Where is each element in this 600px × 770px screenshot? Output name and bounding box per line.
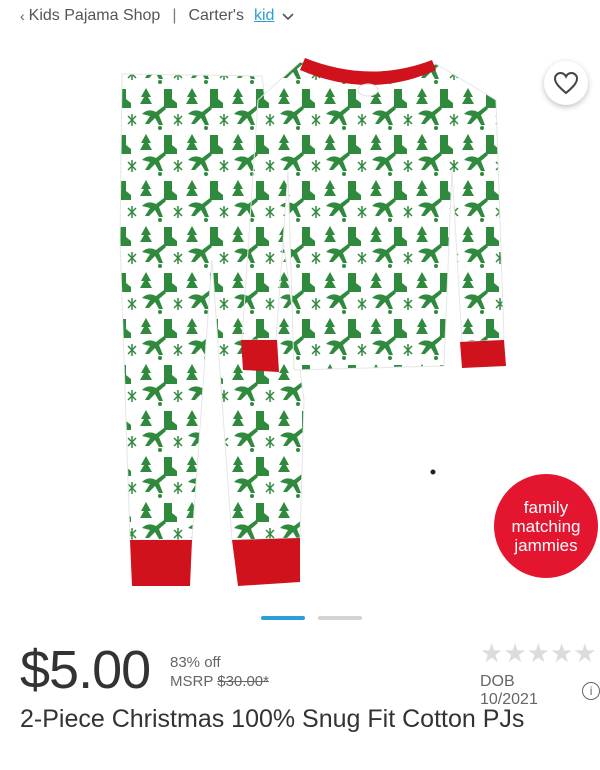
price: $5.00 [20, 640, 151, 700]
breadcrumb-back-link[interactable]: Kids Pajama Shop [29, 7, 161, 25]
carousel-dot-1[interactable] [261, 616, 305, 620]
product-title: 2-Piece Christmas 100% Snug Fit Cotton P… [20, 705, 525, 733]
size-filter-link[interactable]: kid [254, 7, 274, 25]
family-matching-badge: family matching jammies [494, 474, 598, 578]
info-icon[interactable]: i [582, 682, 600, 700]
chevron-down-icon[interactable] [282, 10, 295, 22]
msrp: MSRP $30.00* [170, 673, 269, 691]
discount-percent: 83% off [170, 654, 221, 671]
star-icon: ★ [503, 638, 527, 668]
breadcrumb-brand: Carter's [188, 7, 244, 24]
carousel-indicators [261, 616, 362, 620]
star-icon: ★ [549, 638, 574, 668]
heart-icon [553, 71, 579, 95]
star-icon: ★ [573, 638, 597, 668]
breadcrumb-separator: | [172, 7, 177, 24]
rating-stars[interactable]: ★ ★ ★ ★ ★ [480, 640, 597, 666]
badge-line-2: matching [511, 516, 581, 536]
chevron-left-icon[interactable]: ‹ [20, 8, 25, 24]
dob-info: DOB 10/2021 i [480, 673, 600, 709]
badge-line-1: family [523, 497, 569, 517]
star-icon: ★ [480, 638, 504, 668]
dob-text: DOB 10/2021 [480, 673, 538, 708]
star-icon: ★ [526, 638, 550, 668]
favorite-button[interactable] [544, 61, 588, 105]
msrp-label: MSRP [170, 673, 214, 690]
msrp-value: $30.00* [217, 673, 269, 690]
badge-line-3: jammies [514, 535, 578, 555]
carousel-dot-2[interactable] [318, 616, 362, 620]
breadcrumb: ‹ Kids Pajama Shop | Carter's kid [20, 6, 295, 26]
